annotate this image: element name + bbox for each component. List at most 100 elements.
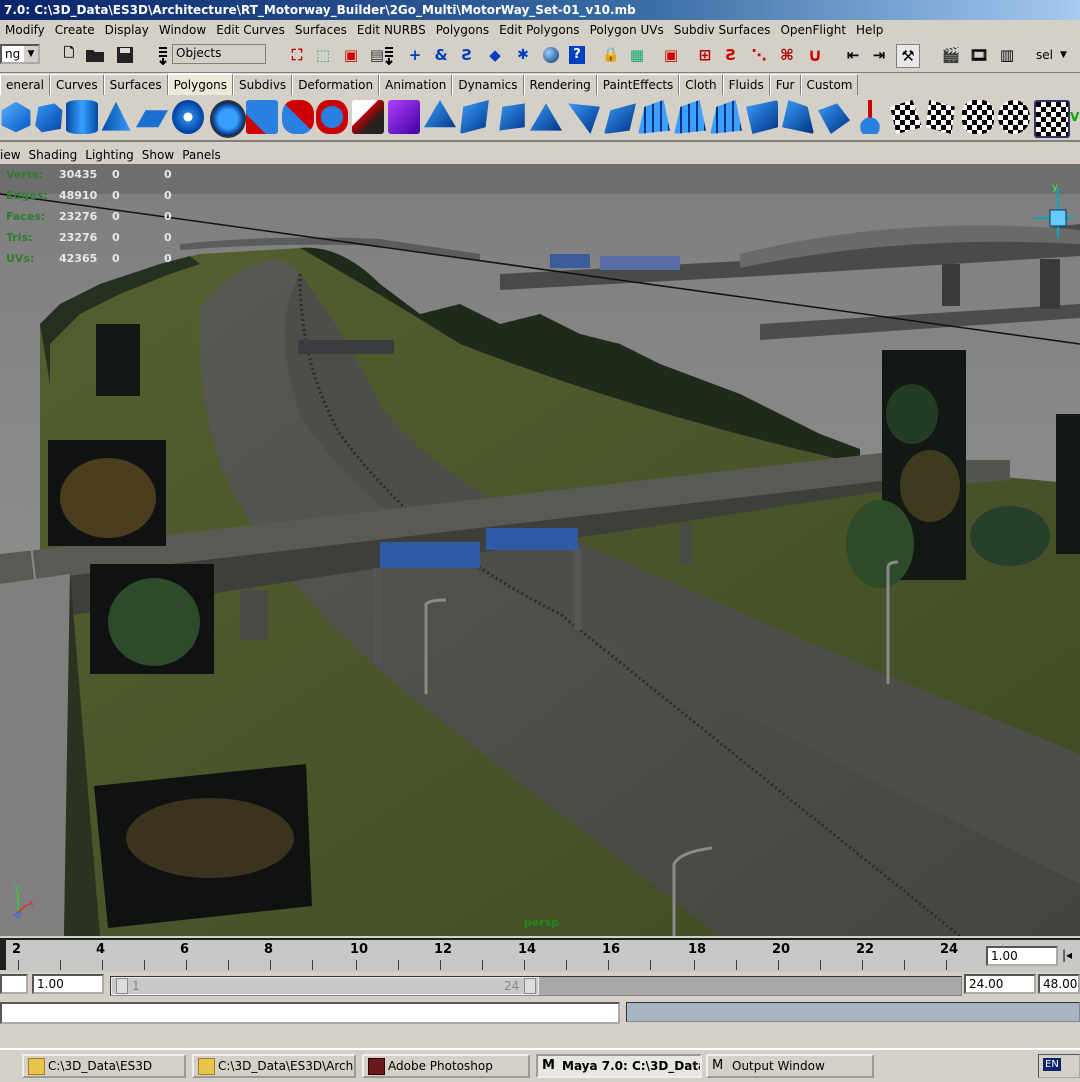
uv-texture-editor-icon[interactable] xyxy=(1034,100,1070,138)
tab-deformation[interactable]: Deformation xyxy=(292,74,380,95)
current-time-marker[interactable] xyxy=(0,940,6,970)
subdivide-icon[interactable] xyxy=(638,100,670,134)
automatic-mapping-icon[interactable] xyxy=(998,100,1030,134)
help-line-icon[interactable]: ? xyxy=(566,44,588,66)
tab-curves[interactable]: Curves xyxy=(50,74,104,95)
menu-display[interactable]: Display xyxy=(100,20,154,40)
output-list-icon[interactable]: Ƨ xyxy=(720,44,742,66)
tab-rendering[interactable]: Rendering xyxy=(523,74,597,95)
menu-polygon-uvs[interactable]: Polygon UVs xyxy=(585,20,669,40)
snap-grid-icon[interactable]: + xyxy=(404,44,426,66)
tab-surfaces[interactable]: Surfaces xyxy=(103,74,168,95)
tab-cloth[interactable]: Cloth xyxy=(679,74,723,95)
poly-cone-icon[interactable] xyxy=(101,101,131,131)
select-joints-icon[interactable]: ⬚ xyxy=(312,44,334,66)
taskbar-item-output-window[interactable]: M Output Window xyxy=(706,1054,874,1078)
render-globe-icon[interactable] xyxy=(540,44,562,66)
quadrangulate-icon[interactable] xyxy=(710,100,742,134)
poly-prism-icon[interactable] xyxy=(210,100,246,138)
menu-polygons[interactable]: Polygons xyxy=(431,20,494,40)
range-end-field[interactable]: 24.00 xyxy=(964,974,1036,994)
snap-point-icon[interactable]: Ƨ xyxy=(456,44,478,66)
poly-plane-icon[interactable] xyxy=(136,110,168,128)
anim-end-field[interactable]: 48.00 xyxy=(1038,974,1080,994)
snap-view-plane-icon[interactable]: ◆ xyxy=(484,44,506,66)
range-start-handle[interactable] xyxy=(116,978,128,994)
selection-mode-field[interactable]: Objects xyxy=(172,44,266,64)
construction-history-icon[interactable]: ▣ xyxy=(660,44,682,66)
menu-modify[interactable]: Modify xyxy=(0,20,50,40)
perspective-viewport[interactable]: y y x z persp xyxy=(0,164,1080,936)
collapse-icon[interactable] xyxy=(818,103,850,134)
tab-subdivs[interactable]: Subdivs xyxy=(233,74,293,95)
select-curves-icon[interactable]: ▣ xyxy=(340,44,362,66)
poke-face-icon[interactable] xyxy=(568,103,600,134)
smooth-proxy-icon[interactable] xyxy=(388,100,420,134)
panel-menu-shading[interactable]: Shading xyxy=(25,146,82,164)
new-scene-icon[interactable]: 🗋 xyxy=(58,44,80,66)
planar-mapping-icon[interactable] xyxy=(890,100,922,134)
range-slider-bar[interactable]: 1 24 xyxy=(111,977,539,995)
menu-edit-curves[interactable]: Edit Curves xyxy=(211,20,290,40)
select-handles-icon[interactable]: ⛶ xyxy=(286,44,308,66)
panel-menu-view[interactable]: iew xyxy=(0,146,25,164)
render-frame-icon[interactable]: 🎬 xyxy=(940,44,962,66)
boolean-icon[interactable] xyxy=(316,100,348,134)
menu-openflight[interactable]: OpenFlight xyxy=(775,20,851,40)
bevel-icon[interactable] xyxy=(604,103,636,134)
select-by-hierarchy-icon[interactable] xyxy=(152,44,174,66)
menu-help[interactable]: Help xyxy=(851,20,888,40)
lock-icon[interactable]: 🔒 xyxy=(600,44,622,66)
poly-cube-icon[interactable] xyxy=(35,103,63,133)
ipr-frame-icon[interactable]: 🎞 xyxy=(968,44,990,66)
sel-label[interactable]: sel xyxy=(1036,48,1053,62)
tab-general[interactable]: eneral xyxy=(0,74,50,95)
render-globals-icon[interactable]: ▥ xyxy=(996,44,1018,66)
panel-menu-show[interactable]: Show xyxy=(138,146,178,164)
anim-start-field[interactable] xyxy=(0,974,28,994)
menu-set-dropdown[interactable]: ng ▼ xyxy=(0,44,40,64)
save-scene-icon[interactable] xyxy=(114,44,136,66)
panel-menu-lighting[interactable]: Lighting xyxy=(81,146,138,164)
input-connections-icon[interactable]: ⇤ xyxy=(842,44,864,66)
merge-edges-icon[interactable] xyxy=(782,100,814,134)
paint-tool-icon[interactable] xyxy=(352,100,384,134)
cylindrical-mapping-icon[interactable] xyxy=(926,100,955,134)
taskbar-item-explorer-es3d[interactable]: C:\3D_Data\ES3D xyxy=(22,1054,186,1078)
panel-menu-panels[interactable]: Panels xyxy=(178,146,225,164)
playback-back-icon[interactable]: |◂ xyxy=(1062,948,1072,962)
range-slider-track[interactable]: 1 24 xyxy=(110,976,962,996)
open-scene-icon[interactable] xyxy=(84,44,106,66)
spherical-mapping-icon[interactable] xyxy=(962,100,994,134)
tab-polygons[interactable]: Polygons xyxy=(167,73,234,95)
tab-fur[interactable]: Fur xyxy=(769,74,801,95)
merge-vertices-icon[interactable] xyxy=(746,100,778,134)
render-settings-icon[interactable]: ⚒ xyxy=(896,44,920,68)
window-title-bar[interactable]: 7.0: C:\3D_Data\ES3D\Architecture\RT_Mot… xyxy=(0,0,1080,20)
poly-sphere-icon[interactable] xyxy=(1,101,31,133)
wedge-face-icon[interactable] xyxy=(530,103,562,131)
tab-fluids[interactable]: Fluids xyxy=(722,74,770,95)
tab-custom[interactable]: Custom xyxy=(800,74,859,95)
snap-live-surface-icon[interactable]: ✱ xyxy=(512,44,534,66)
range-start-field[interactable]: 1.00 xyxy=(32,974,104,994)
shelf-overflow-icon[interactable]: V xyxy=(1070,100,1080,134)
taskbar-item-photoshop[interactable]: Adobe Photoshop xyxy=(362,1054,530,1078)
menu-edit-nurbs[interactable]: Edit NURBS xyxy=(352,20,431,40)
output-connections-icon[interactable]: ⇥ xyxy=(868,44,890,66)
range-end-handle[interactable] xyxy=(524,978,536,994)
tab-painteffects[interactable]: PaintEffects xyxy=(596,74,680,95)
magnet-icon[interactable]: ∪ xyxy=(804,44,826,66)
current-time-field[interactable]: 1.00 xyxy=(986,946,1058,966)
poly-torus-icon[interactable] xyxy=(172,100,204,134)
separate-icon[interactable] xyxy=(282,100,314,134)
extrude-face-icon[interactable] xyxy=(424,100,456,128)
select-deformations-icon[interactable] xyxy=(378,44,400,66)
ipr-render-icon[interactable]: ⋱ xyxy=(748,44,770,66)
menu-edit-polygons[interactable]: Edit Polygons xyxy=(494,20,584,40)
menu-window[interactable]: Window xyxy=(154,20,211,40)
triangulate-icon[interactable] xyxy=(674,100,706,134)
tab-dynamics[interactable]: Dynamics xyxy=(452,74,524,95)
poly-cylinder-icon[interactable] xyxy=(66,100,98,134)
menu-subdiv-surfaces[interactable]: Subdiv Surfaces xyxy=(669,20,776,40)
